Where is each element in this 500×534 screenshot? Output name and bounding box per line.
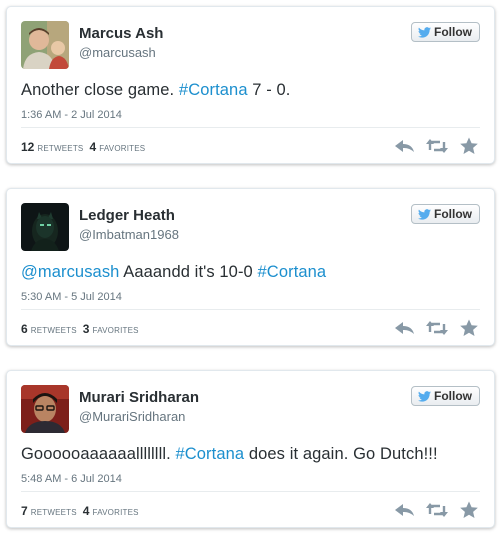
favorites-count: 4	[82, 504, 90, 518]
retweets-count: 12	[21, 140, 35, 154]
divider	[21, 127, 480, 128]
retweets-label: RETWEETS	[30, 324, 77, 336]
retweets-stat[interactable]: 12 RETWEETS	[21, 140, 83, 154]
favorite-star-icon[interactable]	[458, 319, 480, 337]
display-name[interactable]: Marcus Ash	[79, 25, 163, 42]
tweet-stats: 12 RETWEETS 4 FAVORITES	[21, 140, 145, 154]
timestamp[interactable]: 5:48 AM - 6 Jul 2014	[21, 473, 122, 485]
retweet-icon[interactable]	[426, 501, 448, 519]
follow-button[interactable]: Follow	[411, 22, 480, 42]
favorite-star-icon[interactable]	[458, 137, 480, 155]
twitter-bird-icon	[418, 26, 431, 38]
reply-icon[interactable]	[394, 319, 416, 337]
retweet-icon[interactable]	[426, 319, 448, 337]
favorite-star-icon[interactable]	[458, 501, 480, 519]
tweet-text-part: 7 - 0.	[247, 81, 291, 99]
hashtag-link[interactable]: #Cortana	[175, 445, 244, 463]
display-name[interactable]: Ledger Heath	[79, 207, 175, 224]
divider	[21, 491, 480, 492]
follow-label: Follow	[434, 207, 472, 221]
retweets-stat[interactable]: 6 RETWEETS	[21, 322, 77, 336]
favorites-label: FAVORITES	[92, 324, 139, 336]
tweet-actions	[394, 501, 480, 519]
twitter-bird-icon	[418, 208, 431, 220]
retweets-label: RETWEETS	[37, 142, 84, 154]
retweets-count: 7	[21, 504, 28, 518]
divider	[21, 309, 480, 310]
hashtag-link[interactable]: #Cortana	[258, 263, 327, 281]
tweet-text: Goooooaaaaaallllllll. #Cortana does it a…	[21, 445, 438, 464]
retweet-icon[interactable]	[426, 137, 448, 155]
display-name[interactable]: Murari Sridharan	[79, 389, 199, 406]
follow-button[interactable]: Follow	[411, 204, 480, 224]
username-handle[interactable]: @MurariSridharan	[79, 409, 185, 424]
username-handle[interactable]: @Imbatman1968	[79, 227, 179, 242]
favorites-stat[interactable]: 4 FAVORITES	[89, 140, 145, 154]
follow-label: Follow	[434, 389, 472, 403]
reply-icon[interactable]	[394, 137, 416, 155]
tweet-actions	[394, 137, 480, 155]
favorites-count: 4	[89, 140, 97, 154]
hashtag-link[interactable]: #Cortana	[179, 81, 248, 99]
avatar[interactable]	[21, 203, 69, 251]
avatar[interactable]	[21, 385, 69, 433]
favorites-count: 3	[82, 322, 90, 336]
retweets-label: RETWEETS	[30, 506, 77, 518]
tweet-text-part: does it again. Go Dutch!!!	[244, 445, 438, 463]
tweet-text-part: Another close game.	[21, 81, 179, 99]
follow-label: Follow	[434, 25, 472, 39]
tweet-card: Ledger Heath @Imbatman1968 Follow @marcu…	[6, 188, 495, 346]
avatar[interactable]	[21, 21, 69, 69]
timestamp[interactable]: 1:36 AM - 2 Jul 2014	[21, 109, 122, 121]
tweet-text-part: Goooooaaaaaallllllll.	[21, 445, 176, 463]
username-handle[interactable]: @marcusash	[79, 45, 156, 60]
favorites-stat[interactable]: 4 FAVORITES	[83, 504, 139, 518]
favorites-label: FAVORITES	[92, 506, 139, 518]
reply-icon[interactable]	[394, 501, 416, 519]
tweet-card: Murari Sridharan @MurariSridharan Follow…	[6, 370, 495, 528]
favorites-label: FAVORITES	[99, 142, 146, 154]
tweet-text: @marcusash Aaaandd it's 10-0 #Cortana	[21, 263, 326, 282]
mention-link[interactable]: @marcusash	[21, 263, 119, 281]
tweet-actions	[394, 319, 480, 337]
tweet-text: Another close game. #Cortana 7 - 0.	[21, 81, 291, 100]
retweets-stat[interactable]: 7 RETWEETS	[21, 504, 77, 518]
follow-button[interactable]: Follow	[411, 386, 480, 406]
timestamp[interactable]: 5:30 AM - 5 Jul 2014	[21, 291, 122, 303]
favorites-stat[interactable]: 3 FAVORITES	[83, 322, 139, 336]
tweet-card: Marcus Ash @marcusash Follow Another clo…	[6, 6, 495, 164]
tweet-stats: 7 RETWEETS 4 FAVORITES	[21, 504, 139, 518]
tweet-stats: 6 RETWEETS 3 FAVORITES	[21, 322, 139, 336]
twitter-bird-icon	[418, 390, 431, 402]
retweets-count: 6	[21, 322, 28, 336]
tweet-text-part: Aaaandd it's 10-0	[119, 263, 258, 281]
